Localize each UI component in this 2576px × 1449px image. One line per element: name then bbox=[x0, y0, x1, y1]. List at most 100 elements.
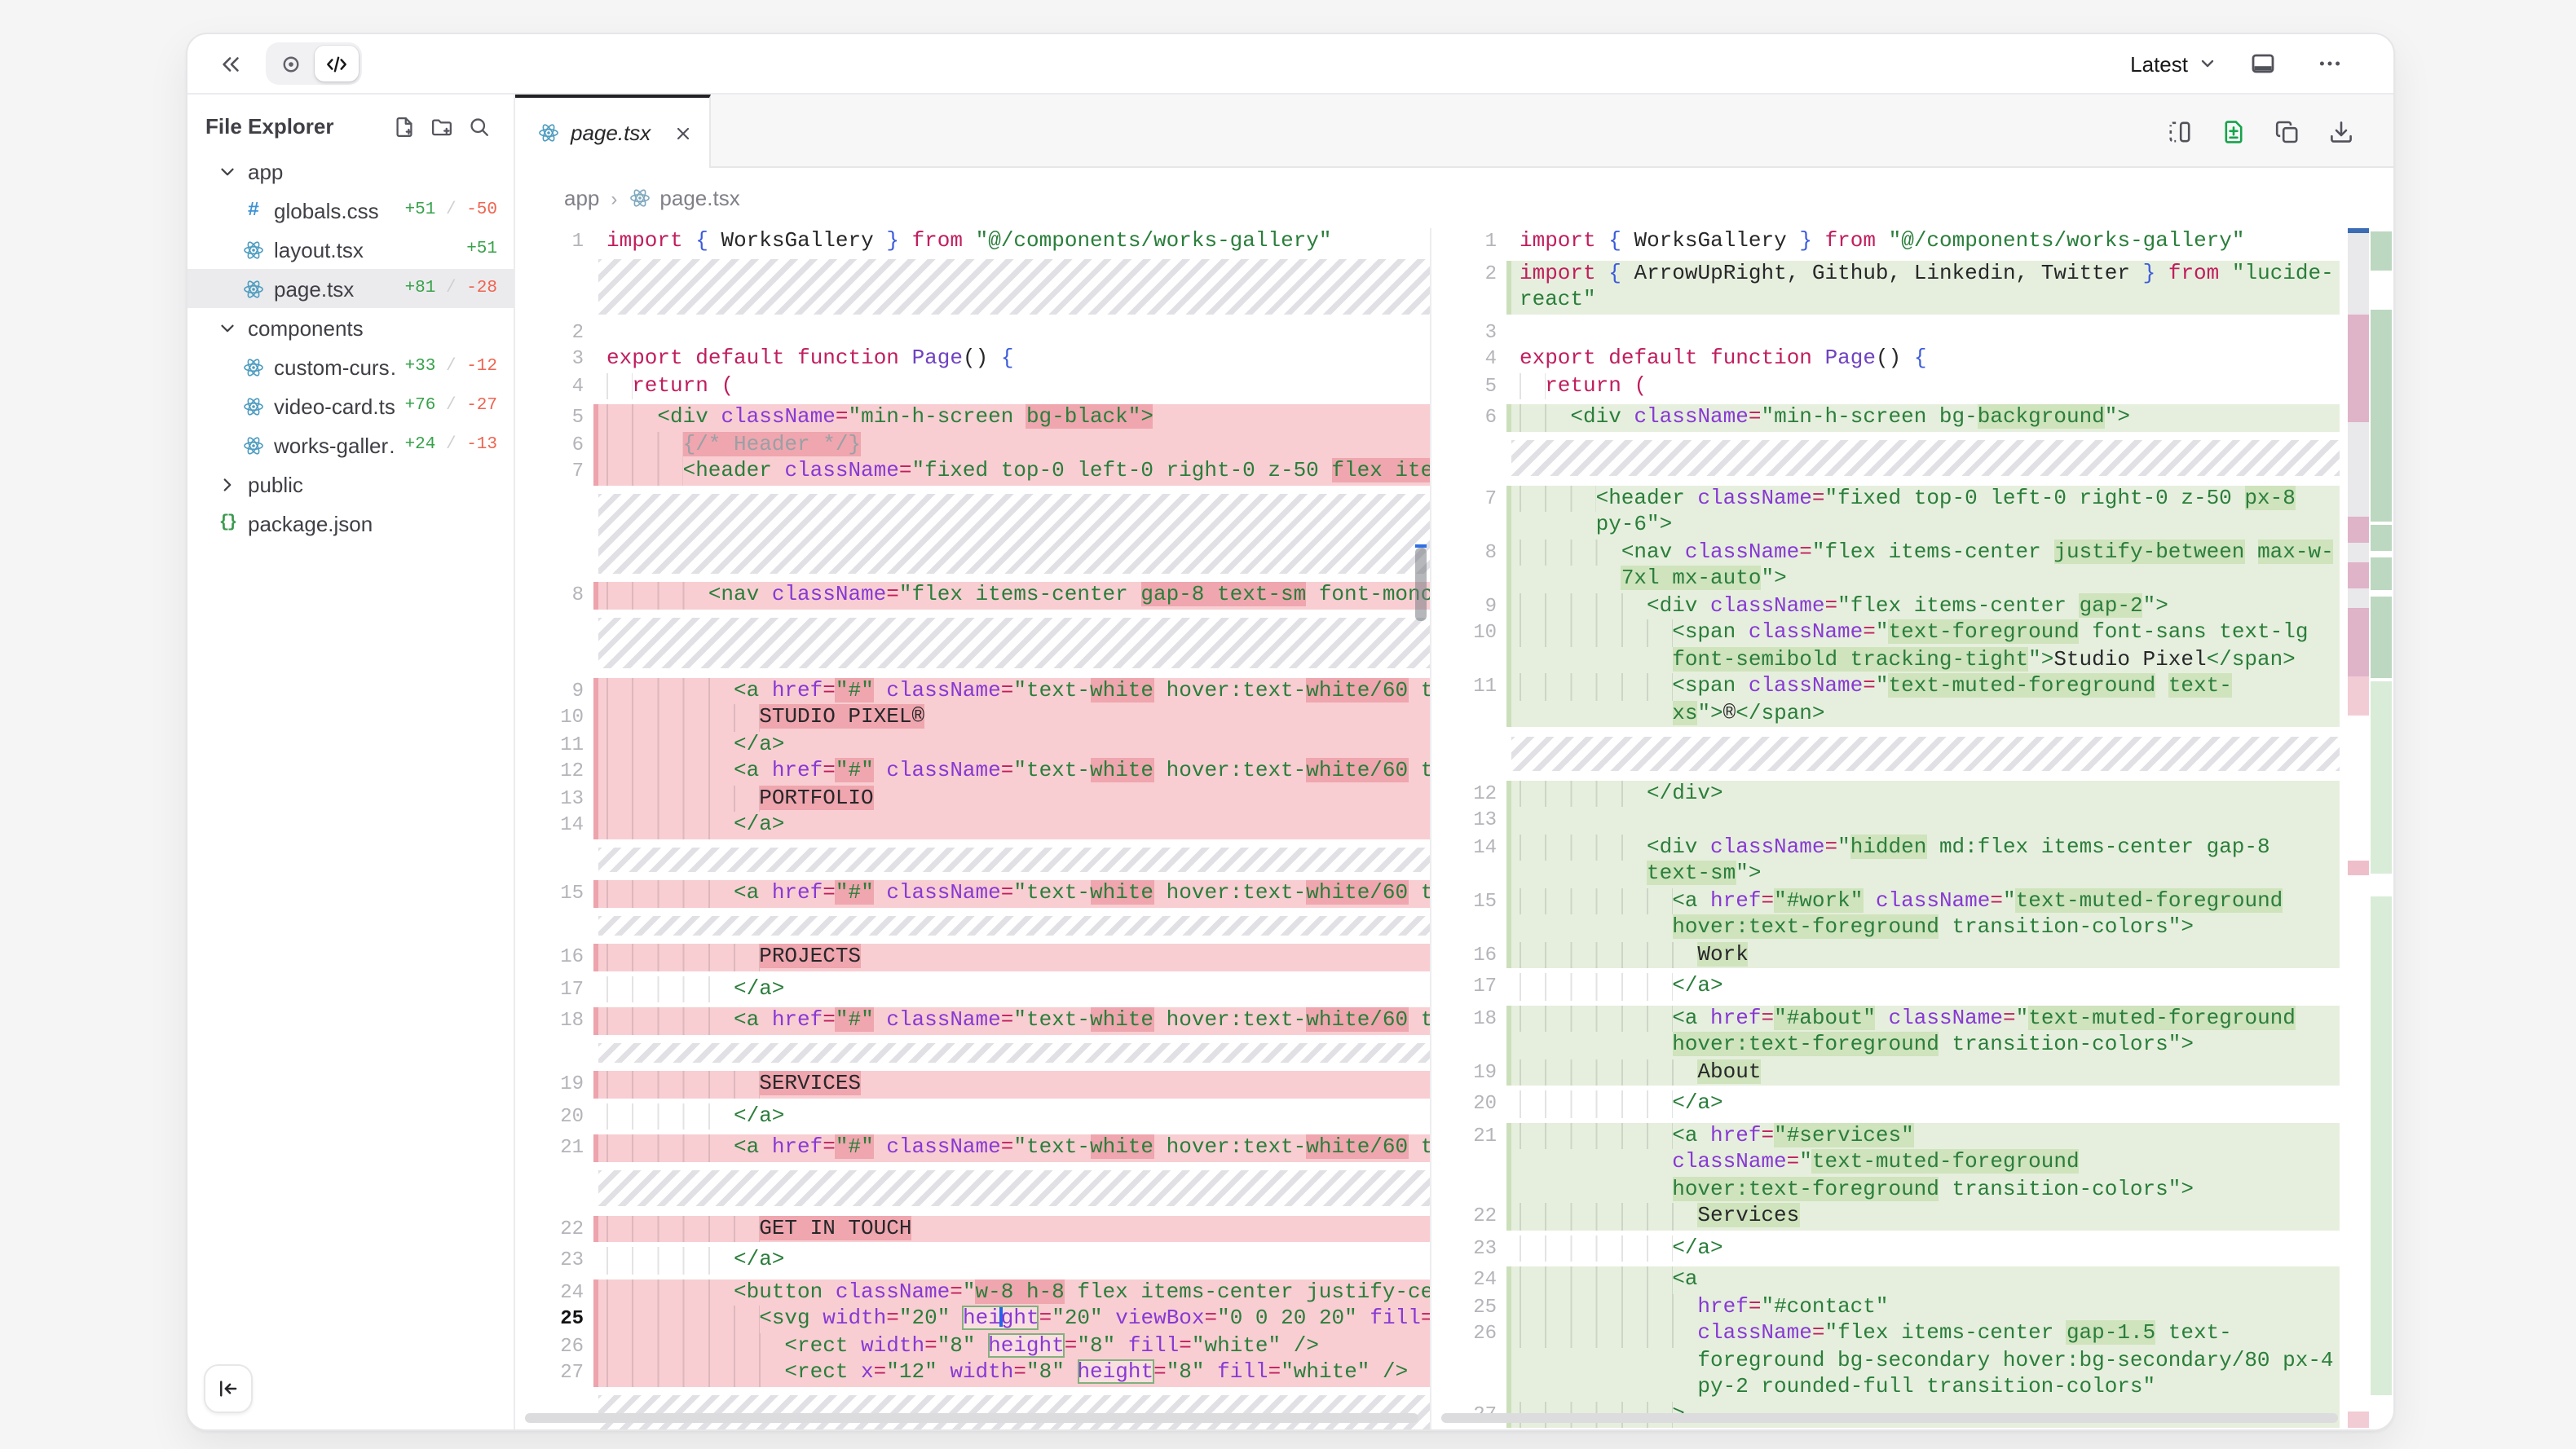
tree-item-works-galler-[interactable]: works-galler…+24 / -13 bbox=[187, 425, 514, 465]
collapse-panel-button[interactable] bbox=[209, 42, 251, 85]
code-line[interactable]: <span className="text-muted-foreground t… bbox=[1506, 673, 2340, 727]
tree-item-video-card.tsx[interactable]: video-card.tsx+76 / -27 bbox=[187, 386, 514, 425]
code-line[interactable]: GET IN TOUCH bbox=[593, 1215, 1430, 1242]
code-line[interactable]: </a> bbox=[593, 812, 1430, 839]
code-line[interactable]: PROJECTS bbox=[593, 944, 1430, 971]
code-line[interactable]: <a href="#about" className="text-muted-f… bbox=[1506, 1005, 2340, 1059]
code-line[interactable]: <rect x="12" width="8" height="8" fill="… bbox=[593, 1359, 1430, 1386]
close-tab-icon[interactable] bbox=[673, 123, 693, 143]
minimap-dot-block bbox=[2348, 422, 2369, 517]
diff-block-del: 22GET IN TOUCH bbox=[515, 1215, 1430, 1242]
code-line[interactable]: STUDIO PIXEL® bbox=[593, 704, 1430, 731]
code-line[interactable]: About bbox=[1506, 1059, 2340, 1086]
code-line[interactable]: <svg width="20" height="20" viewBox="0 0… bbox=[593, 1306, 1430, 1332]
tab-page-tsx[interactable]: page.tsx bbox=[515, 95, 711, 168]
split-view-button[interactable] bbox=[2162, 113, 2198, 149]
code-line[interactable]: return ( bbox=[593, 372, 1430, 399]
tree-item-components[interactable]: components bbox=[187, 308, 514, 347]
code-line[interactable]: export default function Page() { bbox=[593, 346, 1430, 372]
chevron-down-icon bbox=[2198, 54, 2217, 73]
copy-button[interactable] bbox=[2269, 113, 2305, 149]
left-pane-horizontal-scrollbar[interactable] bbox=[525, 1413, 1418, 1423]
panel-bottom-icon bbox=[2250, 51, 2276, 77]
collapse-sidebar-button[interactable] bbox=[204, 1364, 253, 1413]
diff-minimap[interactable] bbox=[2348, 228, 2393, 1429]
code-line[interactable]: <a bbox=[1506, 1266, 2340, 1293]
code-line[interactable]: SERVICES bbox=[593, 1071, 1430, 1098]
version-label: Latest bbox=[2130, 51, 2188, 76]
code-line[interactable]: <a href="#services" className="text-mute… bbox=[1506, 1122, 2340, 1203]
code-line[interactable]: <div className="min-h-screen bg-backgrou… bbox=[1506, 404, 2340, 431]
code-line[interactable]: <button className="w-8 h-8 flex items-ce… bbox=[593, 1279, 1430, 1306]
code-line[interactable]: className="flex items-center gap-1.5 tex… bbox=[1506, 1320, 2340, 1401]
tree-item-custom-curs-[interactable]: custom-curs…+33 / -12 bbox=[187, 347, 514, 386]
line-number: 3 bbox=[1431, 319, 1506, 346]
view-toggle bbox=[266, 42, 362, 85]
code-line[interactable]: PORTFOLIO bbox=[593, 785, 1430, 812]
code-line[interactable]: <span className="text-foreground font-sa… bbox=[1506, 619, 2340, 673]
code-line[interactable]: <header className="fixed top-0 left-0 ri… bbox=[1506, 485, 2340, 539]
tree-item-public[interactable]: public bbox=[187, 465, 514, 504]
code-line[interactable]: <a href="#" className="text-white hover:… bbox=[593, 1007, 1430, 1034]
code-line[interactable]: </a> bbox=[593, 976, 1430, 1002]
diff-file-button[interactable] bbox=[2216, 113, 2252, 149]
panel-bottom-button[interactable] bbox=[2242, 42, 2284, 85]
breadcrumb-file[interactable]: page.tsx bbox=[629, 186, 739, 210]
line-number: 1 bbox=[515, 228, 593, 255]
search-icon[interactable] bbox=[468, 115, 491, 138]
code-line[interactable]: <a href="#" className="text-white hover:… bbox=[593, 758, 1430, 785]
code-line[interactable]: </a> bbox=[1506, 1235, 2340, 1262]
code-line[interactable]: Services bbox=[1506, 1203, 2340, 1230]
code-line[interactable]: {/* Header */} bbox=[593, 431, 1430, 458]
right-pane-horizontal-scrollbar[interactable] bbox=[1441, 1413, 2338, 1423]
tree-item-package.json[interactable]: { }package.json bbox=[187, 504, 514, 543]
code-line[interactable]: import { WorksGallery } from "@/componen… bbox=[593, 228, 1430, 255]
code-toggle-button[interactable] bbox=[315, 46, 359, 81]
left-pane-vertical-scrollbar[interactable] bbox=[1415, 548, 1427, 621]
ellipsis-icon bbox=[2317, 51, 2343, 77]
code-line[interactable]: </a> bbox=[1506, 1090, 2340, 1117]
version-selector[interactable]: Latest bbox=[2130, 51, 2217, 76]
code-line[interactable]: export default function Page() { bbox=[1506, 346, 2340, 372]
code-line[interactable]: <div className="hidden md:flex items-cen… bbox=[1506, 834, 2340, 887]
download-button[interactable] bbox=[2323, 113, 2359, 149]
tree-item-globals.css[interactable]: #globals.css+51 / -50 bbox=[187, 191, 514, 230]
code-line[interactable]: </a> bbox=[1506, 973, 2340, 1000]
code-line[interactable]: return ( bbox=[1506, 372, 2340, 399]
code-line[interactable]: </a> bbox=[593, 1103, 1430, 1130]
code-line[interactable]: </div> bbox=[1506, 780, 2340, 807]
code-line[interactable]: import { ArrowUpRight, Github, Linkedin,… bbox=[1506, 260, 2340, 314]
code-line[interactable]: </a> bbox=[593, 1247, 1430, 1274]
diff-block-add: 18<a href="#about" className="text-muted… bbox=[1431, 1005, 2340, 1086]
code-line[interactable]: </a> bbox=[593, 731, 1430, 758]
new-file-button[interactable] bbox=[393, 115, 416, 138]
code-line[interactable]: <nav className="flex items-center gap-8 … bbox=[593, 582, 1430, 609]
code-line[interactable]: <a href="#" className="text-white hover:… bbox=[593, 880, 1430, 907]
code-line[interactable]: <nav className="flex items-center justif… bbox=[1506, 539, 2340, 592]
code-line[interactable]: <div className="min-h-screen bg-black"> bbox=[593, 404, 1430, 431]
code-line[interactable] bbox=[593, 319, 1430, 346]
tree-item-layout.tsx[interactable]: layout.tsx+51 bbox=[187, 230, 514, 269]
code-line[interactable]: <a href="#" className="text-white hover:… bbox=[593, 1134, 1430, 1161]
tree-item-page.tsx[interactable]: page.tsx+81 / -28 bbox=[187, 269, 514, 308]
preview-toggle-button[interactable] bbox=[269, 46, 313, 81]
tree-item-app[interactable]: app bbox=[187, 152, 514, 191]
code-line[interactable]: Work bbox=[1506, 941, 2340, 968]
code-line[interactable] bbox=[1506, 807, 2340, 834]
minimap-green-block bbox=[2371, 525, 2392, 551]
breadcrumb-folder[interactable]: app bbox=[564, 186, 599, 210]
code-line[interactable]: import { WorksGallery } from "@/componen… bbox=[1506, 228, 2340, 255]
code-line[interactable]: <div className="flex items-center gap-2"… bbox=[1506, 592, 2340, 619]
new-folder-button[interactable] bbox=[430, 115, 453, 138]
code-line[interactable] bbox=[1506, 319, 2340, 346]
line-number: 10 bbox=[1431, 619, 1506, 646]
code-line[interactable]: <header className="fixed top-0 left-0 ri… bbox=[593, 458, 1430, 485]
more-options-button[interactable] bbox=[2309, 42, 2351, 85]
line-number: 5 bbox=[1431, 372, 1506, 399]
code-line[interactable]: <a href="#" className="text-white hover:… bbox=[593, 677, 1430, 704]
diff-filler bbox=[1431, 732, 2340, 775]
code-line[interactable]: <a href="#work" className="text-muted-fo… bbox=[1506, 887, 2340, 941]
file-explorer-title: File Explorer bbox=[205, 114, 334, 139]
code-line[interactable]: <rect width="8" height="8" fill="white" … bbox=[593, 1332, 1430, 1359]
code-line[interactable]: href="#contact" bbox=[1506, 1293, 2340, 1320]
